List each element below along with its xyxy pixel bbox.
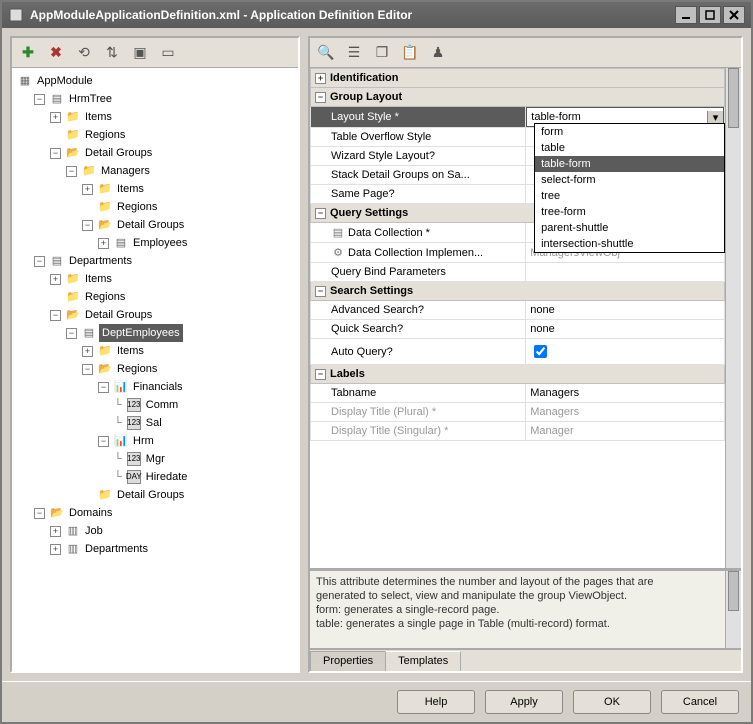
bottom-tabs: Properties Templates xyxy=(310,649,741,671)
auto-query-checkbox[interactable] xyxy=(534,345,547,358)
cat-search-settings[interactable]: Search Settings xyxy=(330,285,413,297)
close-button[interactable] xyxy=(723,6,745,24)
tree-node[interactable]: 📁Detail Groups xyxy=(82,486,296,504)
minimize-button[interactable] xyxy=(675,6,697,24)
properties-panel: 🔍 ☰ ❐ 📋 ♟ +Identification −Group Layout … xyxy=(308,36,743,673)
tree-node-job[interactable]: +▥Job xyxy=(50,522,296,540)
prop-query-bind[interactable]: Query Bind Parameters xyxy=(311,263,725,282)
delete-icon[interactable]: ✖ xyxy=(46,43,66,63)
pin-icon[interactable]: ♟ xyxy=(428,43,448,63)
tab-properties[interactable]: Properties xyxy=(310,651,386,671)
help-button[interactable]: Help xyxy=(397,690,475,714)
left-toolbar: ✚ ✖ ⟲ ⇅ ▣ ▭ xyxy=(12,38,298,68)
tree-node-comm[interactable]: └123Comm xyxy=(114,396,296,414)
property-grid[interactable]: +Identification −Group Layout Layout Sty… xyxy=(310,68,741,569)
tree-node[interactable]: +📁Items xyxy=(50,108,296,126)
tree-node-domains[interactable]: −📂Domains xyxy=(34,504,296,522)
tree-node[interactable]: −📂Detail Groups xyxy=(82,216,296,234)
tree-node[interactable]: −📂Regions xyxy=(82,360,296,378)
cancel-button[interactable]: Cancel xyxy=(661,690,739,714)
list-icon[interactable]: ☰ xyxy=(344,43,364,63)
window-title: AppModuleApplicationDefinition.xml - App… xyxy=(30,8,675,22)
collapse-icon[interactable]: ▭ xyxy=(158,43,178,63)
paste-icon[interactable]: 📋 xyxy=(400,43,420,63)
maximize-button[interactable] xyxy=(699,6,721,24)
tree-node-appmodule[interactable]: ▦AppModule xyxy=(18,72,296,90)
tree-node[interactable]: +📁Items xyxy=(82,180,296,198)
tree-node[interactable]: −📂Detail Groups xyxy=(50,144,296,162)
description-scrollbar[interactable] xyxy=(725,571,741,648)
add-icon[interactable]: ✚ xyxy=(18,43,38,63)
tree-node-hrmtree[interactable]: −▤HrmTree xyxy=(34,90,296,108)
apply-button[interactable]: Apply xyxy=(485,690,563,714)
tree-node[interactable]: 📁Regions xyxy=(50,126,296,144)
tab-templates[interactable]: Templates xyxy=(385,651,461,671)
tree-node-deptemployees[interactable]: −▤DeptEmployees xyxy=(66,324,296,342)
tree-node-employees[interactable]: +▤Employees xyxy=(98,234,296,252)
app-icon xyxy=(8,7,24,23)
tree-panel: ✚ ✖ ⟲ ⇅ ▣ ▭ ▦AppModule −▤HrmTree +📁Items… xyxy=(10,36,300,673)
tree-node-departments[interactable]: −▤Departments xyxy=(34,252,296,270)
tree-node-managers[interactable]: −📁Managers xyxy=(66,162,296,180)
prop-display-plural[interactable]: Display Title (Plural) *Managers xyxy=(311,403,725,422)
tree-node-departments-domain[interactable]: +▥Departments xyxy=(50,540,296,558)
tree-node[interactable]: −📂Detail Groups xyxy=(50,306,296,324)
ok-button[interactable]: OK xyxy=(573,690,651,714)
right-toolbar: 🔍 ☰ ❐ 📋 ♟ xyxy=(310,38,741,68)
tree-view[interactable]: ▦AppModule −▤HrmTree +📁Items 📁Regions −📂… xyxy=(12,68,298,671)
prop-quick-search[interactable]: Quick Search?none xyxy=(311,320,725,339)
find-icon[interactable]: 🔍 xyxy=(316,43,336,63)
tree-node[interactable]: 📁Regions xyxy=(50,288,296,306)
dropdown-option-table[interactable]: table xyxy=(535,140,724,156)
tree-node-sal[interactable]: └123Sal xyxy=(114,414,296,432)
cat-labels[interactable]: Labels xyxy=(330,368,365,380)
cat-query-settings[interactable]: Query Settings xyxy=(330,207,408,219)
prop-display-singular[interactable]: Display Title (Singular) *Manager xyxy=(311,422,725,441)
cat-identification[interactable]: Identification xyxy=(330,72,398,84)
expand-icon[interactable]: ▣ xyxy=(130,43,150,63)
app-window: AppModuleApplicationDefinition.xml - App… xyxy=(0,0,753,724)
tree-node-financials[interactable]: −📊Financials xyxy=(98,378,296,396)
dropdown-option-table-form[interactable]: table-form xyxy=(535,156,724,172)
dropdown-option-intersection-shuttle[interactable]: intersection-shuttle xyxy=(535,236,724,252)
dropdown-option-form[interactable]: form xyxy=(535,124,724,140)
sync-icon[interactable]: ⇅ xyxy=(102,43,122,63)
propgrid-scrollbar[interactable] xyxy=(725,68,741,568)
tree-node[interactable]: +📁Items xyxy=(50,270,296,288)
layout-style-dropdown[interactable]: form table table-form select-form tree t… xyxy=(534,123,725,253)
titlebar: AppModuleApplicationDefinition.xml - App… xyxy=(2,2,751,28)
dropdown-option-parent-shuttle[interactable]: parent-shuttle xyxy=(535,220,724,236)
description-pane: This attribute determines the number and… xyxy=(310,569,741,649)
dropdown-option-select-form[interactable]: select-form xyxy=(535,172,724,188)
cat-group-layout[interactable]: Group Layout xyxy=(330,91,402,103)
tree-node-mgr[interactable]: └123Mgr xyxy=(114,450,296,468)
dropdown-arrow-icon[interactable]: ▾ xyxy=(707,111,723,124)
prop-auto-query[interactable]: Auto Query? xyxy=(311,339,725,365)
tree-node-hrm[interactable]: −📊Hrm xyxy=(98,432,296,450)
copy-icon[interactable]: ❐ xyxy=(372,43,392,63)
prop-advanced-search[interactable]: Advanced Search?none xyxy=(311,301,725,320)
layout-style-value: table-form xyxy=(527,111,707,123)
dropdown-option-tree[interactable]: tree xyxy=(535,188,724,204)
refresh-icon[interactable]: ⟲ xyxy=(74,43,94,63)
prop-tabname[interactable]: TabnameManagers xyxy=(311,384,725,403)
tree-node[interactable]: +📁Items xyxy=(82,342,296,360)
tree-node[interactable]: 📁Regions xyxy=(82,198,296,216)
dialog-buttons: Help Apply OK Cancel xyxy=(2,681,751,722)
dropdown-option-tree-form[interactable]: tree-form xyxy=(535,204,724,220)
tree-node-hiredate[interactable]: └DAYHiredate xyxy=(114,468,296,486)
